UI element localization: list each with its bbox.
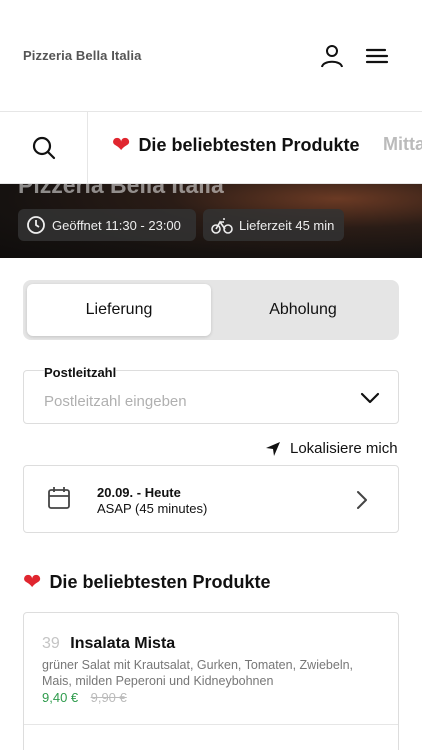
bike-icon — [211, 218, 233, 234]
date-selector[interactable]: 20.09. - Heute ASAP (45 minutes) — [23, 465, 399, 533]
list-item[interactable]: 39 Insalata Mista grüner Salat mit Kraut… — [24, 635, 398, 707]
delivery-time-text: Lieferzeit 45 min — [239, 217, 335, 233]
product-name: Insalata Mista — [70, 635, 176, 652]
zip-input[interactable] — [44, 393, 344, 410]
location-arrow-icon — [266, 441, 280, 456]
clock-icon — [27, 216, 45, 234]
delivery-time-badge: Lieferzeit 45 min — [203, 209, 344, 241]
time-label: ASAP (45 minutes) — [97, 501, 208, 516]
search-button[interactable] — [0, 112, 88, 183]
category-tab-label: Die beliebtesten Produkte — [138, 134, 360, 155]
product-old-price: 9,90 € — [90, 690, 127, 705]
locate-me-label: Lokalisiere mich — [290, 440, 398, 457]
product-price: 9,40 € — [42, 690, 79, 705]
category-tab-label: Mitta — [383, 134, 422, 154]
section-title: ❤ Die beliebtesten Produkte — [23, 571, 271, 593]
hero-banner: Pizzeria Bella Italia Geöffnet 11:30 - 2… — [0, 184, 422, 258]
product-number: 39 — [42, 635, 60, 652]
delivery-button[interactable]: Lieferung — [27, 284, 211, 336]
category-tab-next[interactable]: Mitta — [383, 134, 422, 155]
heart-icon: ❤ — [23, 569, 42, 594]
category-bar: ❤ Die beliebtesten Produkte Mitta — [0, 112, 422, 184]
menu-icon[interactable] — [363, 42, 391, 70]
chevron-down-icon[interactable] — [360, 391, 380, 405]
section-title-text: Die beliebtesten Produkte — [49, 571, 271, 592]
hero-title: Pizzeria Bella Italia — [18, 184, 224, 198]
search-icon — [32, 136, 55, 160]
product-description: grüner Salat mit Krautsalat, Gurken, Tom… — [42, 658, 354, 688]
product-list: 39 Insalata Mista grüner Salat mit Kraut… — [23, 612, 399, 750]
calendar-icon — [48, 487, 70, 509]
locate-me-button[interactable]: Lokalisiere mich — [265, 440, 398, 457]
chevron-right-icon — [357, 491, 367, 509]
divider — [24, 724, 398, 725]
pickup-button[interactable]: Abholung — [211, 284, 395, 336]
user-icon[interactable] — [318, 42, 346, 70]
opening-hours-text: Geöffnet 11:30 - 23:00 — [52, 217, 181, 233]
category-tab-popular[interactable]: ❤ Die beliebtesten Produkte — [112, 134, 360, 156]
app-header: Pizzeria Bella Italia — [0, 0, 422, 112]
heart-icon: ❤ — [112, 132, 131, 157]
order-type-toggle: Lieferung Abholung — [23, 280, 399, 340]
brand-name: Pizzeria Bella Italia — [23, 48, 142, 63]
opening-hours-badge: Geöffnet 11:30 - 23:00 — [18, 209, 196, 241]
zip-label: Postleitzahl — [44, 365, 117, 380]
date-label: 20.09. - Heute — [97, 485, 181, 500]
